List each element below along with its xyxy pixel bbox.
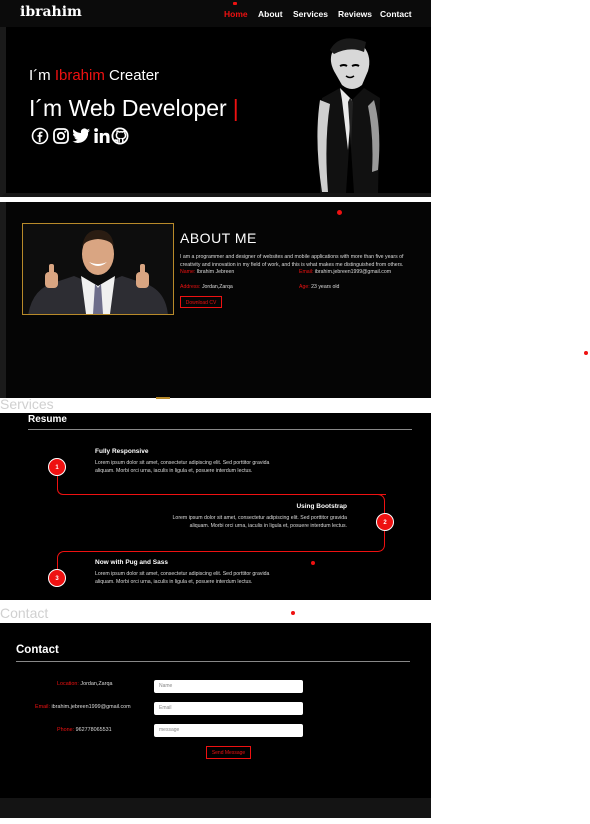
about-title: ABOUT ME: [180, 230, 257, 246]
contact-info-email: Email: ibrahim.jebreen1999@gmail.com: [35, 704, 131, 710]
about-description: I am a programmer and designer of websit…: [180, 254, 404, 268]
contact-info-location: Location: Jordan,Zarqa: [57, 681, 113, 687]
timeline-step-title: Now with Pug and Sass: [95, 559, 168, 566]
decor-dot: [291, 611, 295, 615]
hero-portrait-image: [300, 28, 390, 193]
logo[interactable]: ibrahim: [20, 4, 82, 20]
resume-divider: [28, 429, 412, 430]
nav-link-contact[interactable]: Contact: [380, 9, 412, 19]
hero-name: Ibrahim: [54, 67, 105, 84]
about-info-address: Address: Jordan,Zarqa: [180, 284, 233, 290]
nav-link-about[interactable]: About: [258, 9, 283, 19]
timeline-step-number: 2: [376, 513, 394, 531]
contact-info-phone: Phone: 962778065531: [57, 727, 112, 733]
facebook-icon[interactable]: [30, 127, 50, 147]
github-icon[interactable]: [110, 127, 130, 147]
decor-dot: [311, 561, 315, 565]
timeline-step-body: Lorem ipsum dolor sit amet, consectetur …: [95, 571, 270, 585]
contact-title: Contact: [16, 644, 59, 656]
timeline-connector: [57, 476, 386, 495]
decor-line: [156, 397, 170, 399]
contact-divider: [16, 661, 410, 662]
about-info-age: Age: 23 years old: [299, 284, 340, 290]
timeline-step-title: Using Bootstrap: [296, 503, 347, 510]
resume-title: Resume: [28, 414, 67, 425]
about-photo: [22, 223, 174, 315]
message-input[interactable]: message: [154, 724, 303, 737]
email-input[interactable]: Email: [154, 702, 303, 715]
timeline-step-body: Lorem ipsum dolor sit amet, consectetur …: [172, 515, 347, 529]
timeline-step-title: Fully Responsive: [95, 448, 149, 455]
contact-section-label: Contact: [0, 605, 49, 621]
hero-title: I´m Ibrahim Creater: [29, 67, 160, 84]
download-cv-button[interactable]: Download CV: [180, 296, 222, 308]
footer-strip: [0, 798, 431, 818]
nav-link-home[interactable]: Home: [224, 9, 248, 19]
nav-active-indicator: [233, 2, 237, 5]
name-input[interactable]: Name: [154, 680, 303, 693]
decor-dot: [584, 351, 588, 355]
linkedin-icon[interactable]: [92, 127, 112, 147]
twitter-icon[interactable]: [70, 127, 92, 147]
typing-caret: |: [232, 95, 239, 121]
decor-dot: [337, 210, 342, 215]
timeline-step-number: 3: [48, 569, 66, 587]
hero-subtitle: I´m Web Developer |: [29, 95, 239, 121]
services-section-label: Services: [0, 396, 54, 412]
timeline-step-body: Lorem ipsum dolor sit amet, consectetur …: [95, 460, 270, 474]
nav-link-services[interactable]: Services: [293, 9, 328, 19]
instagram-icon[interactable]: [51, 127, 71, 147]
timeline-step-number: 1: [48, 458, 66, 476]
send-message-button[interactable]: Send Message: [206, 746, 251, 759]
about-info-name: Name: Ibrahim Jebreen: [180, 269, 235, 275]
nav-link-reviews[interactable]: Reviews: [338, 9, 372, 19]
about-info-email: Email: ibrahim.jebreen1999@gmail.com: [299, 269, 392, 275]
